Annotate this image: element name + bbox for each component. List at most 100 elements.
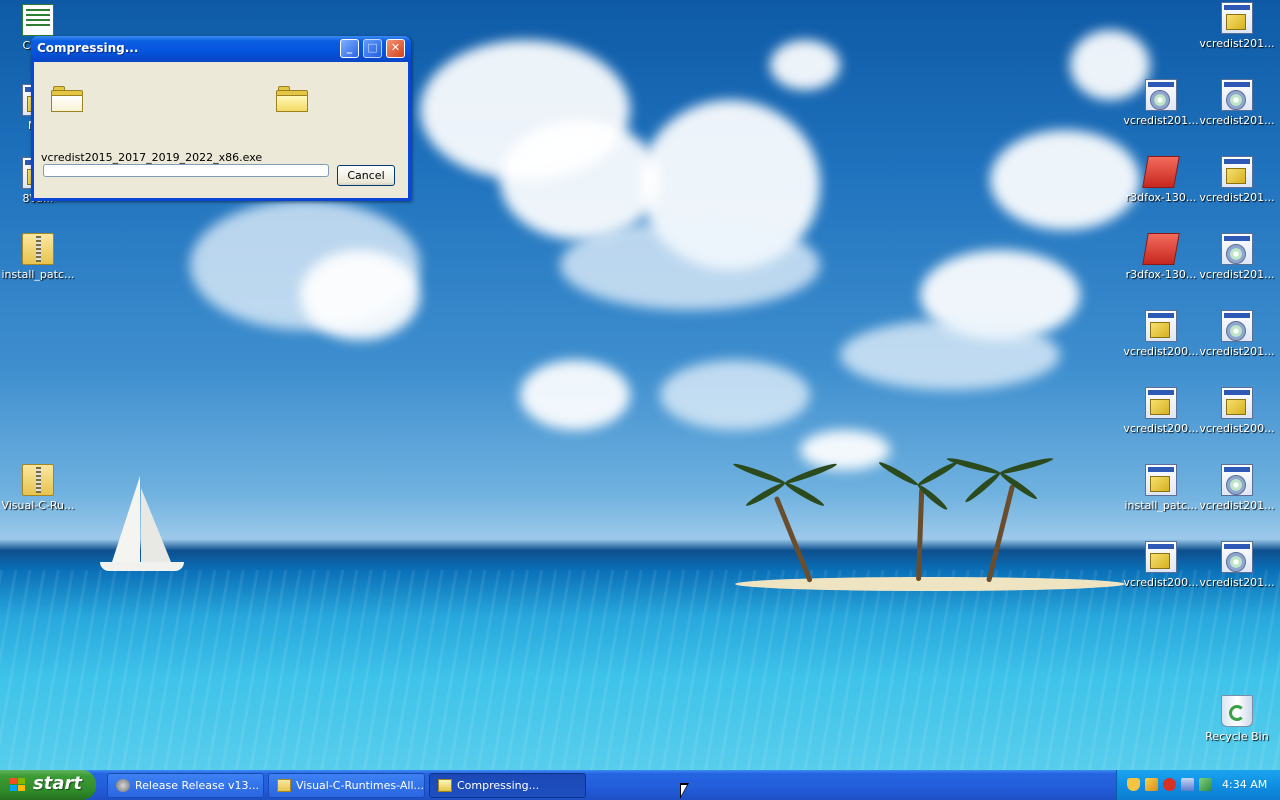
setup-disc-icon xyxy=(1221,79,1253,111)
desktop-icon-label: r3dfox-130... xyxy=(1125,268,1197,281)
desktop-icon-label: Recycle Bin xyxy=(1205,730,1269,743)
desktop-icon-label: vcredist200... xyxy=(1199,422,1275,435)
mouse-cursor-icon xyxy=(680,783,689,799)
display-icon[interactable] xyxy=(1181,778,1194,791)
desktop-icon[interactable]: vcredist200... xyxy=(1123,541,1199,589)
start-button[interactable]: start xyxy=(0,770,96,800)
palm-trunk xyxy=(986,484,1016,583)
dialog-titlebar[interactable]: Compressing... _ □ ✕ xyxy=(31,36,411,62)
sailboat-hull xyxy=(100,562,184,571)
dialog-title: Compressing... xyxy=(37,41,139,55)
desktop-icon-label: vcredist201... xyxy=(1199,114,1275,127)
taskbar-button-visual-c-runtimes[interactable]: Visual-C-Runtimes-All... xyxy=(268,773,425,798)
palm-frond xyxy=(783,461,838,486)
desktop-icon-label: vcredist201... xyxy=(1199,191,1275,204)
desktop-icon[interactable]: r3dfox-130... xyxy=(1123,156,1199,204)
zip-folder-icon xyxy=(22,233,54,265)
desktop-icon-label: vcredist201... xyxy=(1199,37,1275,50)
setup-disc-icon xyxy=(1221,310,1253,342)
setup-icon xyxy=(1221,156,1253,188)
palm-frond xyxy=(783,480,826,509)
antivirus-icon[interactable] xyxy=(1163,778,1176,791)
desktop-icon-label: vcredist201... xyxy=(1199,268,1275,281)
cancel-button[interactable]: Cancel xyxy=(337,165,395,186)
desktop-icon[interactable]: vcredist201... xyxy=(1199,233,1275,281)
desktop-icon[interactable]: vcredist201... xyxy=(1199,2,1275,50)
image-file-icon xyxy=(22,4,54,36)
desktop-icon-label: vcredist200... xyxy=(1123,345,1199,358)
r3dfox-icon xyxy=(1142,233,1180,265)
desktop-icon[interactable]: vcredist201... xyxy=(1199,464,1275,512)
desktop-icon-label: install_patc... xyxy=(1,268,75,281)
zip-folder-icon xyxy=(277,779,291,792)
desktop-icon-label: vcredist200... xyxy=(1123,422,1199,435)
desktop-icon[interactable]: Recycle Bin xyxy=(1199,695,1275,743)
taskbar-button-compressing[interactable]: Compressing... xyxy=(429,773,586,798)
r3dfox-icon xyxy=(1142,156,1180,188)
installer-icon xyxy=(1145,464,1177,496)
start-label: start xyxy=(33,773,82,794)
desktop-icon[interactable]: vcredist201... xyxy=(1199,156,1275,204)
network-icon[interactable] xyxy=(1145,778,1158,791)
desktop-icon-label: vcredist201... xyxy=(1199,499,1275,512)
desktop-icon-label: Visual-C-Ru... xyxy=(1,499,75,512)
setup-icon xyxy=(1221,2,1253,34)
desktop-icon[interactable]: vcredist200... xyxy=(1199,387,1275,435)
desktop-icon[interactable]: vcredist201... xyxy=(1123,79,1199,127)
security-shield-icon[interactable] xyxy=(1127,778,1140,791)
setup-disc-icon xyxy=(1221,233,1253,265)
palm-frond xyxy=(963,470,1002,505)
desktop-icon-label: install_patc... xyxy=(1124,499,1198,512)
network-status-icon[interactable] xyxy=(1199,778,1212,791)
setup-icon xyxy=(1145,310,1177,342)
destination-folder-icon xyxy=(276,86,308,112)
cloud xyxy=(770,40,840,90)
cloud xyxy=(500,120,660,240)
setup-disc-icon xyxy=(1221,464,1253,496)
desktop-icon[interactable]: install_patc... xyxy=(1123,464,1199,512)
maximize-button[interactable]: □ xyxy=(363,39,382,58)
zip-folder-icon xyxy=(22,464,54,496)
palm-trunk xyxy=(916,487,925,582)
desktop-icon[interactable]: vcredist200... xyxy=(1123,310,1199,358)
desktop-icon-label: r3dfox-130... xyxy=(1125,191,1197,204)
taskbar: start Release Release v13... Visual-C-Ru… xyxy=(0,770,1280,800)
browser-icon xyxy=(116,779,130,792)
close-button[interactable]: ✕ xyxy=(386,39,405,58)
setup-icon xyxy=(1145,387,1177,419)
palm-frond xyxy=(877,459,920,488)
sailboat-sail xyxy=(112,476,140,562)
progress-bar xyxy=(43,164,329,177)
desktop-icon[interactable]: vcredist201... xyxy=(1199,310,1275,358)
desktop-icon[interactable]: Visual-C-Ru... xyxy=(0,464,76,512)
palm-frond xyxy=(916,459,959,488)
cloud xyxy=(520,360,630,430)
cloud xyxy=(300,250,420,340)
recycle-bin-icon xyxy=(1221,695,1253,727)
taskbar-button-release[interactable]: Release Release v13... xyxy=(107,773,264,798)
desktop-icon[interactable]: vcredist200... xyxy=(1123,387,1199,435)
desktop-icon[interactable]: vcredist201... xyxy=(1199,541,1275,589)
taskbar-button-label: Visual-C-Runtimes-All... xyxy=(296,779,424,792)
folder-icon xyxy=(438,779,452,792)
cloud xyxy=(840,320,1060,390)
desktop-icon[interactable]: vcredist201... xyxy=(1199,79,1275,127)
desktop-icon-label: vcredist201... xyxy=(1199,345,1275,358)
island xyxy=(735,577,1125,591)
cloud xyxy=(560,220,820,310)
palm-frond xyxy=(732,461,787,486)
setup-disc-icon xyxy=(1221,541,1253,573)
desktop-icon[interactable]: install_patc... xyxy=(0,233,76,281)
desktop-icon[interactable]: r3dfox-130... xyxy=(1123,233,1199,281)
source-folder-icon xyxy=(51,86,83,112)
sea-surface xyxy=(0,570,1280,770)
palm-frond xyxy=(999,455,1054,476)
desktop-icon-label: vcredist201... xyxy=(1199,576,1275,589)
palm-frond xyxy=(998,470,1039,502)
cloud xyxy=(660,360,810,430)
taskbar-button-label: Release Release v13... xyxy=(135,779,259,792)
minimize-button[interactable]: _ xyxy=(340,39,359,58)
taskbar-button-label: Compressing... xyxy=(457,779,540,792)
sailboat-sail xyxy=(141,488,171,562)
clock[interactable]: 4:34 AM xyxy=(1222,778,1267,791)
